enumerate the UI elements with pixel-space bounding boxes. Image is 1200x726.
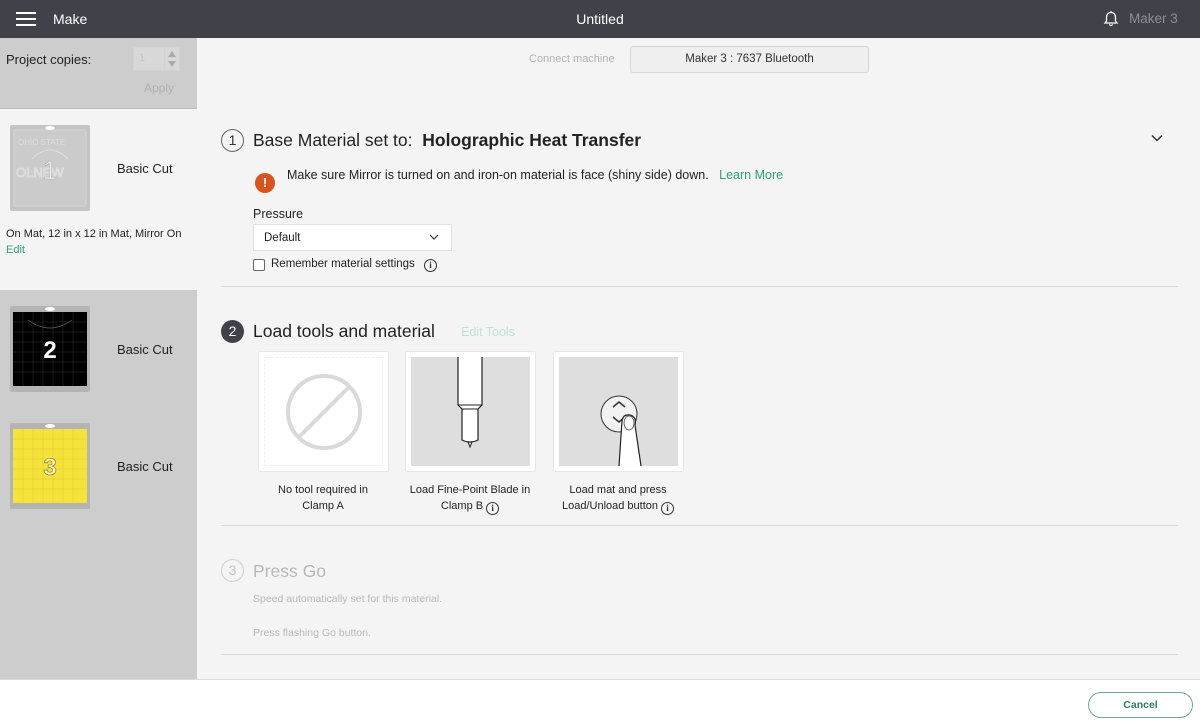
svg-text:1: 1: [43, 155, 57, 185]
hamburger-icon[interactable]: [16, 12, 36, 26]
chevron-down-icon[interactable]: [1150, 131, 1164, 145]
main-panel: Connect machine Maker 3 : 7637 Bluetooth…: [197, 38, 1200, 679]
learn-more-link[interactable]: Learn More: [719, 168, 783, 182]
info-icon[interactable]: i: [661, 502, 675, 515]
mat-item-1[interactable]: OHIO STATE OLNEW 1 Basic Cut On Mat, 12 …: [0, 108, 197, 290]
warning-text: Make sure Mirror is turned on and iron-o…: [287, 168, 709, 182]
pressure-value: Default: [264, 232, 301, 244]
base-material-label: Base Material set to:: [253, 130, 413, 150]
mat-label: Basic Cut: [117, 161, 173, 176]
connect-machine-label: Connect machine: [529, 53, 615, 65]
step-3-speed-note: Speed automatically set for this materia…: [253, 593, 443, 605]
bell-icon[interactable]: [1102, 10, 1120, 28]
step-3-go-note: Press flashing Go button.: [253, 627, 371, 639]
app-name: Make: [53, 11, 88, 27]
remember-settings-label: Remember material settings: [271, 258, 415, 270]
pressure-label: Pressure: [253, 207, 304, 221]
connect-machine-button[interactable]: Maker 3 : 7637 Bluetooth: [630, 46, 869, 73]
tool-caption-line: No tool required in: [278, 484, 368, 496]
tool-caption-line: Clamp A: [302, 500, 344, 512]
cancel-button[interactable]: Cancel: [1088, 692, 1193, 718]
divider: [221, 525, 1178, 526]
machine-name[interactable]: Maker 3: [1129, 11, 1178, 26]
mat-thumbnail[interactable]: 3: [10, 423, 90, 509]
mat-3-preview-icon: 3: [10, 423, 90, 509]
svg-text:3: 3: [43, 454, 56, 481]
apply-button[interactable]: Apply: [144, 81, 174, 95]
warning-icon: !: [255, 173, 275, 193]
increment-icon[interactable]: [168, 51, 176, 57]
step-1-title: Base Material set to: Holographic Heat T…: [253, 130, 641, 151]
step-3-badge: 3: [221, 559, 244, 582]
project-copies-value[interactable]: 1: [139, 52, 145, 64]
fine-point-blade-icon: [411, 357, 530, 466]
mat-sidebar: Project copies: 1 Apply OHIO STATE OLNEW…: [0, 38, 197, 679]
step-1-badge: 1: [221, 129, 244, 152]
divider: [221, 286, 1178, 287]
pressure-select[interactable]: Default: [253, 224, 452, 251]
project-copies-panel: Project copies: 1 Apply: [0, 38, 197, 108]
tool-caption-line: Clamp B: [440, 500, 484, 512]
top-bar: Make Untitled Maker 3: [0, 0, 1200, 38]
tool-card-load-mat: [553, 351, 684, 472]
mat-2-preview-icon: 2: [10, 306, 90, 392]
edit-mat-link[interactable]: Edit: [6, 244, 25, 256]
load-unload-button-icon: [559, 357, 678, 466]
document-title: Untitled: [576, 11, 624, 27]
tool-card-clamp-a: [258, 351, 389, 472]
svg-text:2: 2: [43, 337, 56, 364]
tool-caption-clamp-a: No tool required in Clamp A: [243, 482, 403, 514]
chevron-down-icon: [429, 234, 439, 240]
info-icon[interactable]: i: [486, 502, 500, 515]
mat-thumbnail[interactable]: OHIO STATE OLNEW 1: [10, 125, 90, 211]
mat-label: Basic Cut: [117, 342, 173, 357]
svg-text:OHIO STATE: OHIO STATE: [18, 138, 65, 147]
tool-caption-clamp-b: Load Fine-Point Blade in Clamp Bi: [390, 482, 550, 515]
mirror-warning: Make sure Mirror is turned on and iron-o…: [287, 168, 807, 183]
tool-caption-line: Load/Unload button: [561, 500, 659, 512]
mat-1-preview-icon: OHIO STATE OLNEW 1: [10, 125, 90, 211]
footer-bar: Cancel: [0, 679, 1200, 726]
mat-item-3[interactable]: 3 Basic Cut: [0, 407, 197, 524]
remember-settings-checkbox[interactable]: [253, 259, 265, 271]
decrement-icon[interactable]: [168, 61, 176, 67]
tool-caption-load-mat: Load mat and press Load/Unload button i: [538, 482, 698, 515]
mat-info: On Mat, 12 in x 12 in Mat, Mirror On: [6, 228, 182, 240]
mat-label: Basic Cut: [117, 459, 173, 474]
divider: [221, 654, 1178, 655]
mat-thumbnail[interactable]: 2: [10, 306, 90, 392]
step-2-badge: 2: [221, 320, 244, 343]
no-tool-icon: [264, 357, 383, 466]
step-3-title: Press Go: [253, 561, 326, 581]
step-2-title: Load tools and material: [253, 321, 435, 341]
base-material-value: Holographic Heat Transfer: [422, 130, 642, 150]
info-icon[interactable]: i: [424, 259, 437, 272]
project-copies-label: Project copies:: [6, 52, 92, 67]
mat-item-2[interactable]: 2 Basic Cut: [0, 290, 197, 407]
project-copies-stepper[interactable]: 1: [133, 47, 180, 71]
tool-card-clamp-b: [405, 351, 536, 472]
edit-tools-link[interactable]: Edit Tools: [461, 325, 515, 339]
tool-caption-line: Load Fine-Point Blade in: [409, 484, 531, 496]
tool-caption-line: Load mat and press: [569, 484, 667, 496]
